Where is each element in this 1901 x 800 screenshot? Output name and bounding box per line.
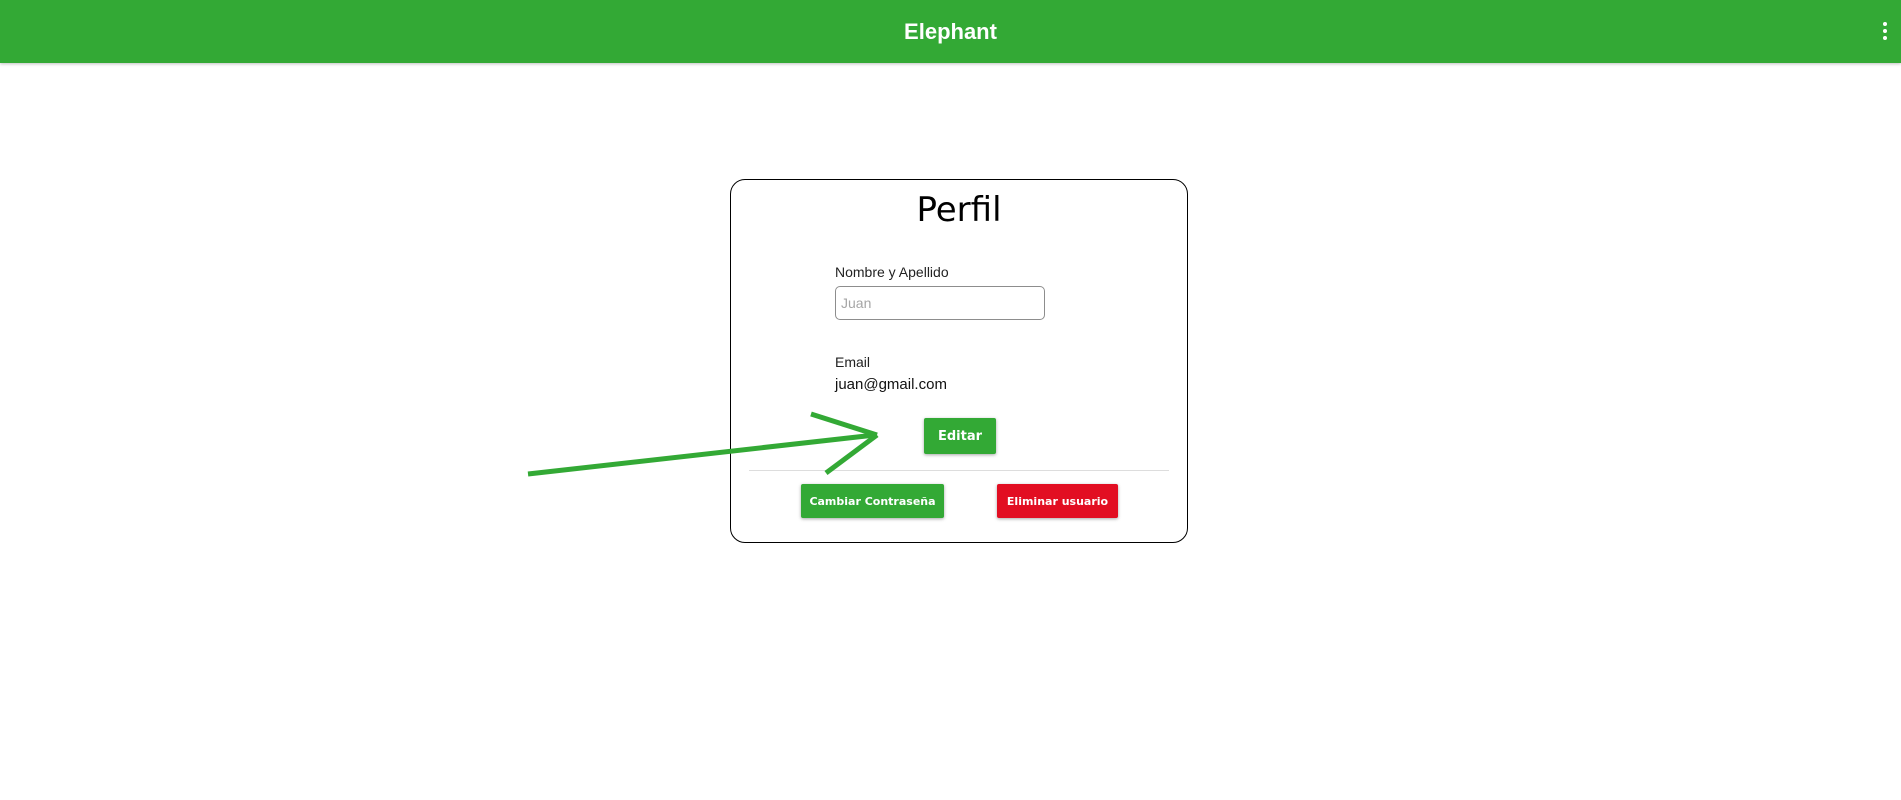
- more-vert-icon[interactable]: [1881, 22, 1889, 42]
- divider: [749, 470, 1169, 471]
- name-input[interactable]: [835, 286, 1045, 320]
- app-header: Elephant: [0, 0, 1901, 63]
- profile-card: Perfil Nombre y Apellido Email juan@gmai…: [730, 179, 1188, 543]
- name-label: Nombre y Apellido: [835, 264, 949, 280]
- app-title: Elephant: [904, 19, 997, 44]
- email-value: juan@gmail.com: [835, 376, 947, 393]
- email-label: Email: [835, 354, 871, 370]
- delete-user-button[interactable]: Eliminar usuario: [997, 484, 1118, 518]
- page-title: Perfil: [916, 190, 1002, 230]
- edit-button[interactable]: Editar: [924, 418, 996, 454]
- change-password-button[interactable]: Cambiar Contraseña: [801, 484, 944, 518]
